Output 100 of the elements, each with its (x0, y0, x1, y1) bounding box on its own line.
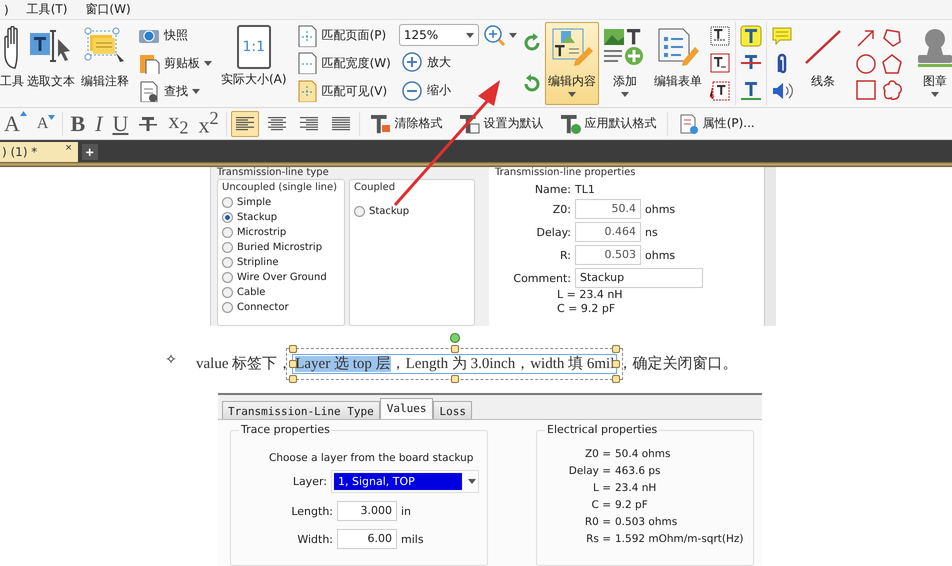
property-label: Z0 = (584, 447, 611, 462)
format-button[interactable]: 属性(P)... (672, 112, 761, 134)
format-button[interactable]: x$_{2}$ (165, 108, 192, 139)
input-field[interactable]: 6.00 (337, 529, 397, 550)
toolbar-button[interactable]: 查找 (136, 79, 214, 104)
radio-option[interactable]: Stripline (222, 255, 340, 269)
toolbar-button[interactable] (708, 80, 731, 102)
radio-option[interactable]: Wire Over Ground (222, 270, 340, 284)
toolbar-button[interactable] (740, 80, 762, 102)
toolbar-button[interactable]: 剪贴板 (136, 51, 214, 76)
toolbar-button[interactable]: 匹配宽度(W) (294, 51, 393, 76)
dialog-tab[interactable]: Values (380, 398, 434, 420)
toolbar-button[interactable]: 匹配页面(P) (294, 24, 393, 48)
toolbar-button[interactable] (708, 52, 731, 74)
field-label: Comment: (512, 272, 571, 284)
toolbar-button[interactable]: 线条 (796, 22, 849, 105)
toolbar-button[interactable] (708, 24, 731, 47)
radio-option[interactable]: Microstrip (222, 225, 340, 239)
layer-dropdown[interactable]: 1, Signal, TOP (331, 470, 479, 494)
document-tab[interactable]: ) (1) * × (0, 142, 78, 162)
menu-item[interactable]: 窗口(W) (85, 1, 131, 18)
caret-icon (466, 32, 474, 38)
property-value: 23.4 nH (615, 481, 658, 496)
property-value: 463.6 ps (615, 464, 662, 480)
toolbar-button[interactable]: 1:1 实际大小(A) (218, 22, 290, 105)
toolbar-button[interactable]: 选取文本 (24, 22, 78, 105)
radio-option[interactable]: Stackup (354, 204, 470, 218)
zoom-in-icon (482, 24, 505, 46)
radio-option[interactable]: Connector (222, 300, 340, 314)
toolbar-button[interactable]: 编辑内容 (544, 22, 599, 105)
result-text: C = 9.2 pF (557, 302, 616, 316)
text-check-icon (560, 112, 582, 134)
format-button[interactable]: I (92, 110, 106, 136)
toolbar-button[interactable]: 图章 (908, 22, 952, 105)
format-button[interactable]: 清除格式 (364, 112, 449, 134)
align-button[interactable] (230, 110, 259, 136)
format-button[interactable]: U (109, 110, 132, 136)
format-button[interactable]: A (34, 114, 58, 132)
toolbar-button[interactable] (740, 24, 762, 47)
pentagon-icon (880, 52, 903, 74)
caret-icon (620, 92, 629, 97)
hand-icon (4, 26, 20, 69)
toolbar-button[interactable]: 放大 (398, 50, 517, 74)
unit-label: ns (645, 226, 658, 238)
caret-icon (204, 60, 212, 66)
callout-icon (708, 80, 731, 102)
field-value: TL1 (575, 183, 596, 196)
circle-icon (854, 52, 877, 74)
triangle-down-icon (48, 114, 56, 120)
cloud-icon (880, 78, 903, 100)
plus-circle-icon (400, 51, 423, 74)
input-field[interactable]: 3.000 (337, 501, 397, 522)
new-tab-button[interactable]: + (82, 144, 98, 160)
radio-option[interactable]: Cable (222, 285, 340, 299)
toolbar-button[interactable]: 添加 (598, 22, 651, 105)
field-label: Z0: (552, 202, 571, 216)
menu-item[interactable]: ) (4, 2, 9, 16)
field-label: Width: (296, 532, 333, 546)
align-icon (268, 116, 286, 130)
group-legend: Coupled (354, 182, 470, 194)
zoom-select[interactable]: 125% (398, 24, 479, 46)
underline-text-icon (740, 80, 762, 102)
property-value: 0.503 ohms (615, 515, 678, 530)
document-search-icon (138, 80, 160, 102)
toolbar-button[interactable]: 匹配可见(V) (294, 79, 393, 104)
format-button[interactable]: x$^{2}$ (196, 108, 222, 139)
menu-item[interactable]: 工具(T) (26, 1, 68, 18)
radio-option[interactable]: Buried Microstrip (222, 240, 340, 254)
field-label: R: (558, 248, 571, 262)
caret-icon (568, 92, 576, 97)
property-value: 9.2 pF (615, 498, 649, 514)
highlight-text-icon (740, 24, 762, 47)
align-icon (236, 116, 254, 130)
toolbar-button[interactable]: 编辑注释 (78, 22, 132, 105)
unit-label: ohms (645, 248, 676, 262)
scrollbar[interactable] (764, 167, 776, 326)
radio-option[interactable]: Stackup (222, 210, 340, 224)
dialog-tab[interactable]: Loss (433, 401, 472, 420)
speech-bubble-icon (770, 24, 793, 47)
property-label: Delay = (568, 464, 611, 480)
input-field[interactable]: Stackup (575, 268, 703, 288)
caret-icon (508, 32, 517, 38)
toolbar-button[interactable]: 工具 (0, 22, 24, 105)
fit-visible-icon (296, 80, 318, 102)
toolbar-button[interactable]: 快照 (136, 24, 214, 48)
format-button[interactable]: 设置为默认 (452, 112, 550, 134)
field-label: Delay: (536, 226, 571, 238)
hint-text: Choose a layer from the board stackup (269, 452, 474, 464)
align-icon (332, 116, 350, 130)
format-button[interactable]: B (67, 110, 88, 136)
toolbar-button[interactable]: 编辑表单 (650, 22, 705, 105)
field-label: Layer: (292, 475, 327, 488)
unit-label: ohms (645, 202, 676, 216)
toolbar-button[interactable]: 缩小 (398, 78, 517, 103)
close-button[interactable]: × (65, 142, 72, 154)
format-button[interactable]: 应用默认格式 (554, 112, 663, 134)
format-button[interactable]: A (1, 110, 30, 136)
minus-circle-icon (400, 80, 423, 102)
dialog-tab[interactable]: Transmission-Line Type (222, 401, 380, 420)
radio-option[interactable]: Simple (222, 195, 340, 209)
